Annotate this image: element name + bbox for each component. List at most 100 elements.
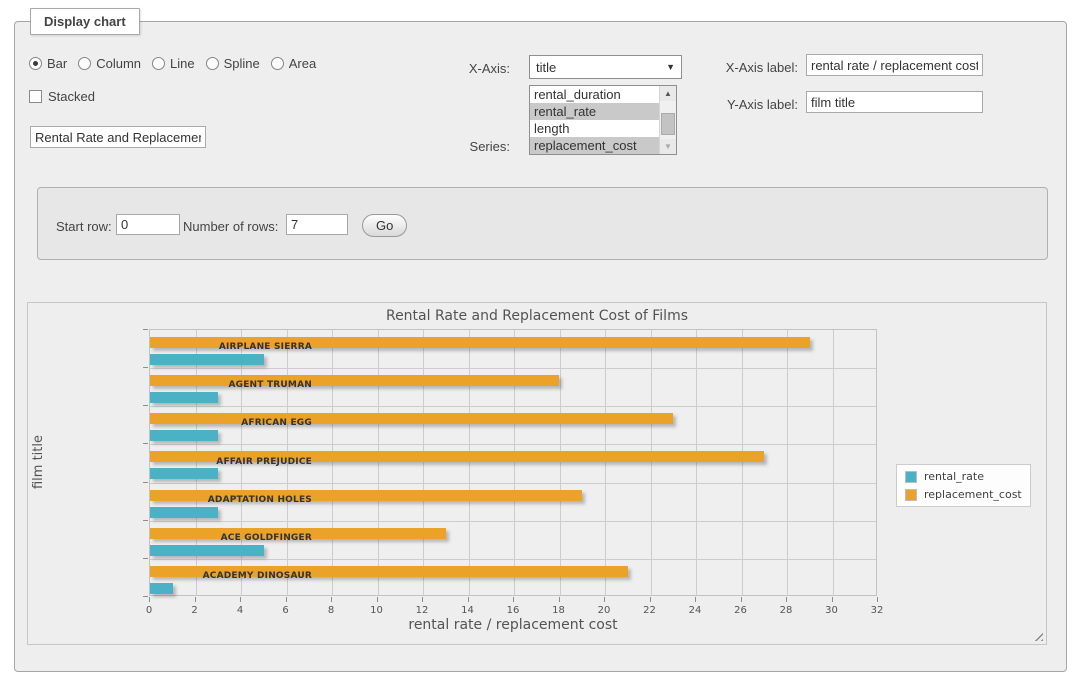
series-option-replacement_cost[interactable]: replacement_cost (530, 137, 659, 154)
series-label: Series: (420, 139, 510, 154)
stacked-checkbox[interactable] (29, 90, 42, 103)
x-axis-tick (695, 597, 696, 602)
display-chart-fieldset-legend: Display chart (30, 8, 140, 35)
y-axis-tick (143, 558, 148, 559)
stacked-option[interactable]: Stacked (29, 89, 95, 104)
x-axis-title-label: X-Axis label: (690, 60, 798, 75)
legend-label: replacement_cost (924, 488, 1022, 501)
legend-swatch (905, 471, 917, 483)
bar-rental_rate (150, 468, 218, 479)
legend-item-replacement_cost: replacement_cost (905, 488, 1022, 501)
scrollbar-thumb[interactable] (661, 113, 675, 135)
gridline-vertical (696, 330, 697, 595)
series-listbox[interactable]: rental_durationrental_ratelengthreplacem… (529, 85, 677, 155)
x-axis-tick (604, 597, 605, 602)
y-axis-title-input[interactable] (806, 91, 983, 113)
x-tick-label: 32 (862, 605, 892, 616)
gridline-vertical (560, 330, 561, 595)
x-axis-title-input[interactable] (806, 54, 983, 76)
bar-rental_rate (150, 583, 173, 594)
gridline-horizontal (150, 406, 876, 407)
x-tick-label: 24 (680, 605, 710, 616)
category-label: AGENT TRUMAN (197, 380, 312, 390)
category-label: AIRPLANE SIERRA (197, 342, 312, 352)
x-axis-select[interactable]: title ▼ (529, 55, 682, 79)
bar-rental_rate (150, 430, 218, 441)
chart-title-input[interactable] (30, 126, 206, 148)
x-axis-tick (832, 597, 833, 602)
x-axis-label: X-Axis: (420, 61, 510, 76)
x-tick-label: 28 (771, 605, 801, 616)
x-tick-label: 30 (817, 605, 847, 616)
gridline-horizontal (150, 521, 876, 522)
series-options: rental_durationrental_ratelengthreplacem… (530, 86, 659, 154)
y-axis-tick (143, 520, 148, 521)
x-axis-tick (650, 597, 651, 602)
scrollbar-up-button[interactable]: ▲ (660, 86, 676, 101)
series-option-rental_duration[interactable]: rental_duration (530, 86, 659, 103)
x-axis-tick (331, 597, 332, 602)
chart-type-option-label: Area (289, 56, 316, 71)
legend-swatch (905, 489, 917, 501)
gridline-vertical (742, 330, 743, 595)
chart-type-option-column[interactable]: Column (78, 56, 141, 71)
gridline-vertical (423, 330, 424, 595)
x-tick-label: 0 (134, 605, 164, 616)
radio-icon (206, 57, 219, 70)
x-tick-label: 22 (635, 605, 665, 616)
number-of-rows-label: Number of rows: (183, 219, 278, 234)
rows-fieldset: Start row: Number of rows: Go (37, 187, 1048, 260)
y-axis-title-label: Y-Axis label: (690, 97, 798, 112)
x-tick-label: 2 (180, 605, 210, 616)
x-axis-tick (149, 597, 150, 602)
category-label: ACADEMY DINOSAUR (197, 571, 312, 581)
chart-type-option-label: Column (96, 56, 141, 71)
gridline-vertical (378, 330, 379, 595)
x-tick-label: 12 (407, 605, 437, 616)
chart-x-axis-label: rental rate / replacement cost (149, 617, 877, 633)
x-axis-tick (377, 597, 378, 602)
listbox-scrollbar: ▲ ▼ (659, 86, 676, 154)
start-row-label: Start row: (56, 219, 112, 234)
chart-type-option-label: Bar (47, 56, 67, 71)
chart-type-option-label: Spline (224, 56, 260, 71)
series-option-rental_rate[interactable]: rental_rate (530, 103, 659, 120)
bar-rental_rate (150, 507, 218, 518)
x-tick-label: 14 (453, 605, 483, 616)
y-axis-tick (143, 405, 148, 406)
go-button[interactable]: Go (362, 214, 407, 237)
x-axis-tick (422, 597, 423, 602)
number-of-rows-input[interactable] (286, 214, 348, 235)
bar-rental_rate (150, 545, 264, 556)
legend-item-rental_rate: rental_rate (905, 470, 1022, 483)
radio-icon (152, 57, 165, 70)
resize-handle-icon[interactable] (1031, 629, 1043, 641)
gridline-vertical (469, 330, 470, 595)
chart-panel: Rental Rate and Replacement Cost of Film… (27, 302, 1047, 645)
x-axis-tick (559, 597, 560, 602)
x-tick-label: 18 (544, 605, 574, 616)
legend-label: rental_rate (924, 470, 984, 483)
x-tick-label: 26 (726, 605, 756, 616)
gridline-vertical (332, 330, 333, 595)
chart-type-option-area[interactable]: Area (271, 56, 316, 71)
chart-y-axis-label: film title (30, 329, 46, 596)
x-axis-tick (513, 597, 514, 602)
y-axis-tick (143, 443, 148, 444)
x-axis-tick (195, 597, 196, 602)
start-row-input[interactable] (116, 214, 180, 235)
gridline-vertical (833, 330, 834, 595)
chart-type-radios: Bar Column Line Spline Area (29, 56, 316, 71)
x-axis-selected-value: title (536, 60, 556, 75)
chart-type-option-label: Line (170, 56, 195, 71)
gridline-vertical (514, 330, 515, 595)
chart-type-option-line[interactable]: Line (152, 56, 195, 71)
chart-type-option-spline[interactable]: Spline (206, 56, 260, 71)
x-axis-tick (286, 597, 287, 602)
gridline-horizontal (150, 368, 876, 369)
chart-type-option-bar[interactable]: Bar (29, 56, 67, 71)
x-tick-label: 6 (271, 605, 301, 616)
scrollbar-down-button[interactable]: ▼ (660, 139, 676, 154)
y-axis-tick (143, 596, 148, 597)
series-option-length[interactable]: length (530, 120, 659, 137)
